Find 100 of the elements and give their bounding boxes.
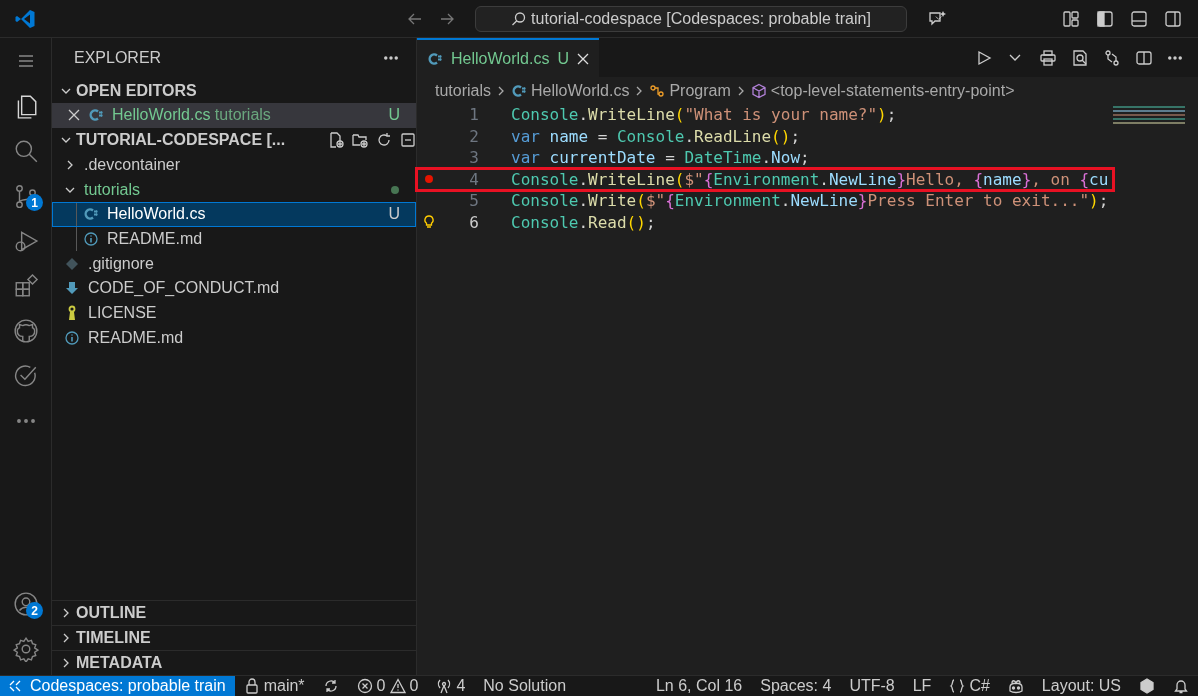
branch-icon — [13, 182, 39, 209]
code-line: Console.Read(); — [510, 211, 656, 233]
status-item[interactable]: UTF-8 — [840, 676, 904, 696]
status-item[interactable]: Ln 6, Col 16 — [646, 676, 752, 696]
bottom-panel-icon — [1130, 9, 1148, 28]
code-line: Console.WriteLine("What is your name?"); — [510, 104, 897, 126]
file-item[interactable]: README.md — [52, 226, 416, 252]
new-folder-icon — [352, 132, 368, 149]
toggle-sidebar-button[interactable] — [1096, 9, 1114, 28]
checklist-icon — [13, 362, 39, 389]
section-header[interactable]: TUTORIAL-CODESPACE [... — [52, 127, 320, 153]
preview-button[interactable] — [1072, 49, 1088, 66]
line-number: 1 — [468, 104, 479, 126]
status-item[interactable]: LF — [903, 676, 941, 696]
status-item[interactable]: main* — [234, 676, 314, 696]
change-dot-icon — [390, 184, 400, 195]
ellipsis-icon — [1168, 55, 1182, 60]
bell-icon — [1173, 678, 1189, 694]
code-line: Console.WriteLine($"{Environment.NewLine}Hello, {name}, on {cu — [510, 168, 1109, 190]
printer-icon — [1040, 49, 1056, 66]
command-center-search[interactable]: tutorial-codespace [Codespaces: probable train] — [475, 5, 907, 32]
braces-icon — [949, 678, 966, 694]
status-item[interactable]: 0 — [387, 676, 428, 696]
breakpoint-icon[interactable] — [424, 174, 434, 185]
folder-item[interactable]: .devcontainer — [52, 152, 416, 178]
compare-button[interactable] — [1104, 49, 1120, 66]
open-editor-item[interactable]: HelloWorld.cs tutorials U — [52, 103, 416, 128]
status-item[interactable]: 0 — [347, 676, 388, 696]
info-icon — [83, 231, 99, 248]
toggle-secondary-sidebar-button[interactable] — [1164, 9, 1182, 28]
play-icon — [976, 49, 992, 66]
print-button[interactable] — [1040, 49, 1056, 66]
compare-icon — [1104, 49, 1120, 66]
file-name: CODE_OF_CONDUCT.md — [88, 278, 281, 299]
gear-icon — [13, 635, 39, 662]
breadcrumb-item[interactable]: Program — [649, 78, 731, 103]
more-actions-button[interactable] — [384, 56, 398, 60]
remote-indicator[interactable]: Codespaces: probable train — [0, 676, 235, 696]
diamond-icon — [64, 255, 80, 272]
refresh-icon — [376, 132, 392, 149]
file-item[interactable]: README.md — [52, 325, 416, 351]
split-editor-button[interactable] — [1136, 49, 1152, 66]
lock-icon — [243, 678, 260, 694]
file-item[interactable]: .gitignore — [52, 251, 416, 277]
lightbulb-icon[interactable] — [423, 215, 435, 230]
remote-icon — [8, 679, 22, 693]
folder-name: .devcontainer — [84, 155, 182, 176]
ellipsis-icon — [17, 418, 35, 423]
down-arrow-icon — [64, 280, 80, 297]
info-icon — [64, 329, 80, 346]
close-icon[interactable] — [68, 109, 80, 122]
right-panel-icon — [1164, 9, 1182, 28]
folder-hint: tutorials — [214, 106, 271, 124]
file-name: README.md — [107, 229, 204, 250]
app-logo-icon — [14, 7, 36, 30]
file-name: .gitignore — [88, 253, 155, 274]
csharp-file-icon — [88, 107, 104, 124]
line-number: 5 — [468, 190, 479, 212]
code-line: Console.Write($"{Environment.NewLine}Press Enter to exit..."); — [510, 190, 1109, 212]
error-icon — [356, 678, 373, 694]
workspace-action-button[interactable] — [400, 132, 416, 149]
status-item[interactable]: C# — [940, 676, 999, 696]
section-header[interactable]: TIMELINE — [52, 625, 416, 650]
file-item[interactable]: HelloWorld.cs U — [52, 202, 416, 227]
warning-icon — [389, 678, 406, 694]
collapse-icon — [400, 132, 416, 149]
layout-button[interactable] — [1062, 9, 1080, 28]
antenna-icon — [436, 678, 453, 694]
workspace-action-button[interactable] — [328, 132, 344, 149]
status-item[interactable]: 4 — [427, 676, 475, 696]
file-item[interactable]: LICENSE — [52, 300, 416, 326]
breadcrumb-item[interactable]: tutorials — [435, 78, 492, 103]
folder-item[interactable]: tutorials — [52, 177, 416, 203]
activity-bar-item[interactable]: 1 — [0, 173, 52, 218]
workspace-action-button[interactable] — [352, 132, 368, 149]
toggle-panel-button[interactable] — [1130, 9, 1148, 28]
section-header[interactable]: OPEN EDITORS — [52, 78, 416, 103]
status-item[interactable]: No Solution — [474, 676, 576, 696]
code-line: var name = Console.ReadLine(); — [510, 125, 800, 147]
status-item[interactable]: Spaces: 4 — [751, 676, 841, 696]
run-button[interactable] — [976, 49, 992, 66]
close-icon[interactable] — [576, 52, 589, 65]
layout-grid-icon — [1062, 9, 1080, 28]
section-header[interactable]: OUTLINE — [52, 600, 416, 625]
workspace-action-button[interactable] — [376, 132, 392, 149]
blocks-icon — [13, 272, 39, 299]
tab-label: HelloWorld.cs — [451, 48, 550, 69]
split-icon — [1136, 49, 1152, 66]
more-actions-button[interactable] — [1168, 55, 1182, 60]
file-name: HelloWorld.cs tutorials — [112, 105, 272, 126]
breadcrumb-item[interactable]: <top-level-statements-entry-point> — [750, 78, 1015, 103]
activity-bar-item[interactable]: 2 — [0, 581, 52, 626]
file-item[interactable]: CODE_OF_CONDUCT.md — [52, 276, 416, 301]
breadcrumb-item[interactable]: HelloWorld.cs — [511, 78, 630, 103]
file-name: LICENSE — [88, 303, 158, 324]
doc-search-icon — [1072, 49, 1088, 66]
count-badge: 1 — [26, 194, 43, 211]
editor-tab[interactable]: HelloWorld.cs U — [417, 38, 599, 77]
line-number: 4 — [468, 168, 479, 190]
status-item[interactable]: Layout: US — [1032, 676, 1130, 696]
